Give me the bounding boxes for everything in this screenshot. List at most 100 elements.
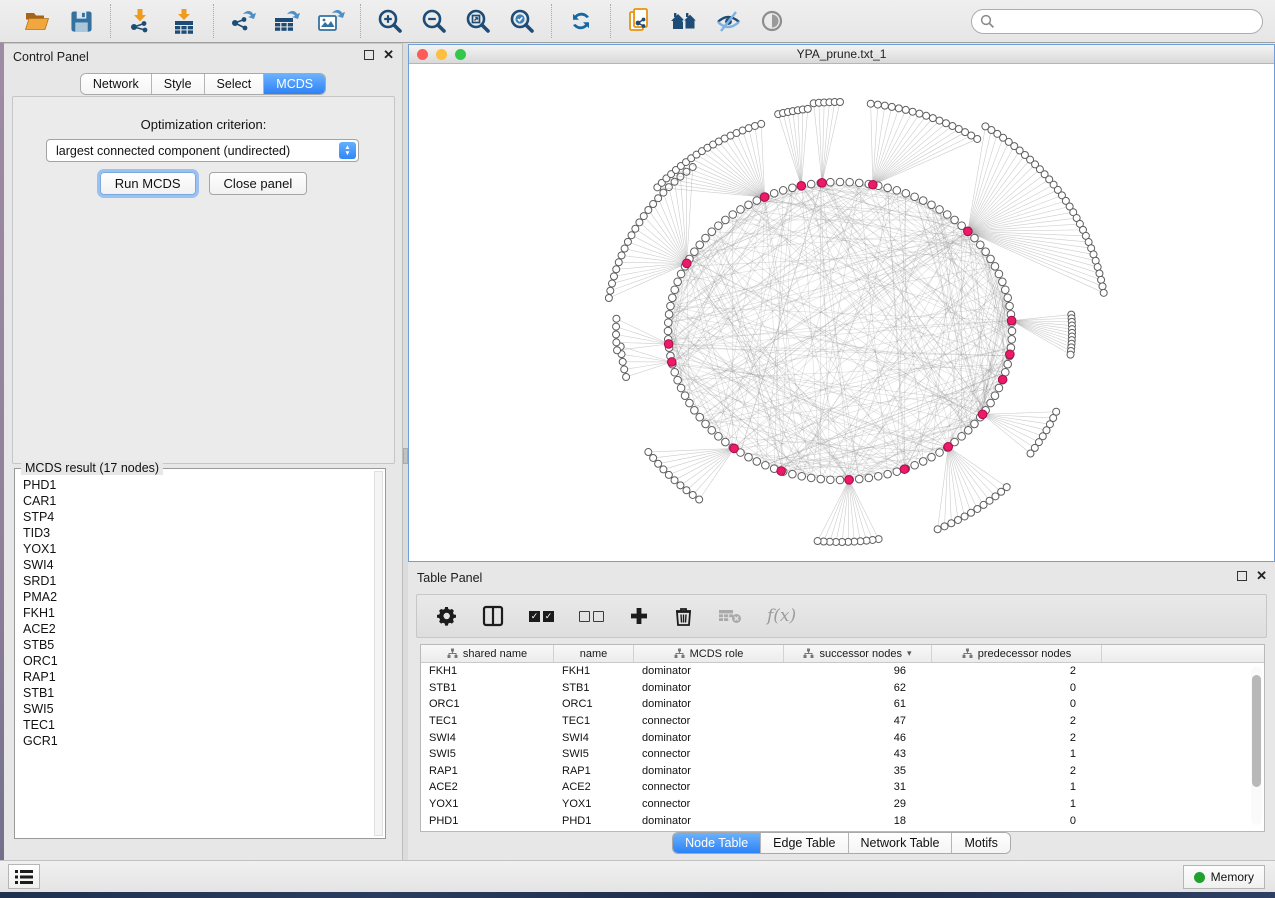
leaf-node[interactable]: [1027, 450, 1034, 457]
network-node[interactable]: [669, 294, 677, 302]
network-node[interactable]: [936, 206, 944, 214]
tab-node-table[interactable]: Node Table: [673, 833, 761, 853]
column-header-successor-nodes[interactable]: successor nodes▾: [784, 645, 932, 662]
mcds-result-item[interactable]: SWI5: [19, 701, 373, 717]
network-node[interactable]: [991, 392, 999, 400]
tab-motifs[interactable]: Motifs: [952, 833, 1009, 853]
leaf-node[interactable]: [974, 135, 981, 142]
network-node[interactable]: [999, 278, 1007, 286]
column-header-shared-name[interactable]: shared name: [421, 645, 554, 662]
table-scrollbar[interactable]: [1251, 667, 1262, 825]
delete-icon[interactable]: [674, 606, 693, 627]
leaf-node[interactable]: [621, 245, 628, 252]
leaf-node[interactable]: [955, 516, 962, 523]
column-header-name[interactable]: name: [554, 645, 634, 662]
mcds-result-item[interactable]: STB5: [19, 637, 373, 653]
tab-edge-table[interactable]: Edge Table: [761, 833, 848, 853]
leaf-node[interactable]: [1098, 276, 1105, 283]
leaf-node[interactable]: [902, 106, 909, 113]
leaf-node[interactable]: [624, 238, 631, 245]
leaf-node[interactable]: [677, 482, 684, 489]
leaf-node[interactable]: [980, 501, 987, 508]
tab-network[interactable]: Network: [81, 74, 152, 94]
tab-network-table[interactable]: Network Table: [849, 833, 953, 853]
leaf-node[interactable]: [867, 100, 874, 107]
network-node[interactable]: [911, 193, 919, 201]
table-row[interactable]: RAP1RAP1dominator352: [421, 763, 1264, 780]
float-window-icon[interactable]: [364, 50, 374, 60]
run-mcds-button[interactable]: Run MCDS: [100, 172, 196, 195]
table-row[interactable]: YOX1YOX1connector291: [421, 796, 1264, 813]
network-node[interactable]: [696, 241, 704, 249]
network-node[interactable]: [753, 197, 761, 205]
leaf-node[interactable]: [655, 460, 662, 467]
network-node[interactable]: [836, 178, 844, 186]
network-node[interactable]: [1008, 336, 1016, 344]
network-node[interactable]: [722, 216, 730, 224]
hide-selected-icon[interactable]: [713, 6, 743, 36]
save-session-icon[interactable]: [66, 6, 96, 36]
table-row[interactable]: STB1STB1dominator620: [421, 680, 1264, 697]
leaf-node[interactable]: [689, 491, 696, 498]
column-header-predecessor-nodes[interactable]: predecessor nodes: [932, 645, 1102, 662]
mcds-hub-node[interactable]: [978, 410, 987, 419]
leaf-node[interactable]: [934, 526, 941, 533]
network-node[interactable]: [674, 376, 682, 384]
leaf-node[interactable]: [619, 358, 626, 365]
table-row[interactable]: ORC1ORC1dominator610: [421, 696, 1264, 713]
mcds-result-item[interactable]: TEC1: [19, 717, 373, 733]
network-node[interactable]: [817, 475, 825, 483]
leaf-node[interactable]: [895, 105, 902, 112]
leaf-node[interactable]: [804, 105, 811, 112]
mcds-hub-node[interactable]: [900, 465, 909, 474]
minimize-window-icon[interactable]: [436, 49, 447, 60]
leaf-node[interactable]: [929, 115, 936, 122]
network-node[interactable]: [1006, 302, 1014, 310]
network-node[interactable]: [865, 474, 873, 482]
network-node[interactable]: [928, 201, 936, 209]
mcds-hub-node[interactable]: [869, 180, 878, 189]
import-network-icon[interactable]: [125, 6, 155, 36]
network-node[interactable]: [995, 384, 1003, 392]
mcds-hub-node[interactable]: [682, 259, 691, 268]
leaf-node[interactable]: [909, 108, 916, 115]
leaf-node[interactable]: [671, 477, 678, 484]
network-node[interactable]: [951, 216, 959, 224]
mcds-result-item[interactable]: SRD1: [19, 573, 373, 589]
network-node[interactable]: [807, 180, 815, 188]
network-node[interactable]: [827, 476, 835, 484]
network-node[interactable]: [671, 286, 679, 294]
network-node[interactable]: [971, 420, 979, 428]
new-network-icon[interactable]: [625, 6, 655, 36]
mcds-result-item[interactable]: STB1: [19, 685, 373, 701]
mcds-result-item[interactable]: PHD1: [19, 477, 373, 493]
mcds-hub-node[interactable]: [797, 182, 806, 191]
mcds-hub-node[interactable]: [760, 193, 769, 202]
network-node[interactable]: [855, 179, 863, 187]
export-table-icon[interactable]: [272, 6, 302, 36]
column-panel-icon[interactable]: [482, 605, 504, 627]
network-node[interactable]: [1008, 327, 1016, 335]
network-node[interactable]: [846, 178, 854, 186]
network-node[interactable]: [665, 311, 673, 319]
leaf-node[interactable]: [948, 520, 955, 527]
close-window-icon[interactable]: [417, 49, 428, 60]
mcds-hub-node[interactable]: [944, 442, 953, 451]
network-node[interactable]: [674, 278, 682, 286]
mcds-result-item[interactable]: PMA2: [19, 589, 373, 605]
leaf-node[interactable]: [613, 323, 620, 330]
float-window-icon[interactable]: [1237, 571, 1247, 581]
leaf-node[interactable]: [655, 195, 662, 202]
leaf-node[interactable]: [640, 213, 647, 220]
select-all-icon[interactable]: ✓ ✓: [529, 611, 554, 622]
mcds-hub-node[interactable]: [667, 358, 676, 367]
mcds-hub-node[interactable]: [845, 475, 854, 484]
leaf-node[interactable]: [628, 232, 635, 239]
network-node[interactable]: [753, 458, 761, 466]
leaf-node[interactable]: [660, 466, 667, 473]
network-node[interactable]: [982, 248, 990, 256]
leaf-node[interactable]: [608, 280, 615, 287]
network-node[interactable]: [874, 472, 882, 480]
mcds-result-item[interactable]: CAR1: [19, 493, 373, 509]
leaf-node[interactable]: [943, 120, 950, 127]
